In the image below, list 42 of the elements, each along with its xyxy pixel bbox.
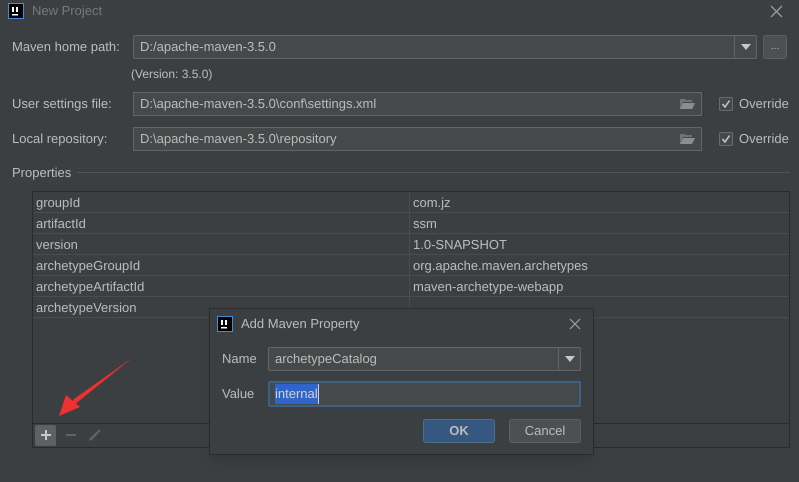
caret-icon	[740, 44, 750, 50]
field-label: Name	[222, 350, 258, 368]
checkbox-label: Override	[739, 130, 789, 148]
browse-button[interactable]: ...	[763, 35, 787, 59]
caret-icon	[564, 356, 574, 362]
override-checkbox[interactable]	[719, 97, 733, 111]
dialog-title: Add Maven Property	[241, 315, 360, 334]
folder-icon[interactable]	[680, 133, 695, 145]
name-combo-box[interactable]: archetypeCatalog	[268, 347, 581, 371]
override-checkbox[interactable]	[719, 132, 733, 146]
ok-button[interactable]: OK	[423, 419, 495, 443]
pencil-icon	[89, 429, 101, 441]
table-cell: archetypeArtifactId	[33, 276, 410, 296]
folder-icon[interactable]	[680, 98, 695, 110]
table-cell-text: maven-archetype-webapp	[412, 278, 564, 296]
window-title: New Project	[32, 2, 102, 20]
path-field[interactable]: D:\apache-maven-3.5.0\repository	[133, 127, 702, 151]
table-cell-text: org.apache.maven.archetypes	[412, 256, 589, 274]
table-cell-text: com.jz	[412, 194, 452, 212]
path-combo-box[interactable]: D:/apache-maven-3.5.0	[133, 35, 757, 59]
close-icon[interactable]	[569, 318, 581, 330]
field-label: User settings file:	[12, 95, 113, 114]
version-text: (Version: 3.5.0)	[131, 66, 212, 83]
cancel-button[interactable]: Cancel	[509, 419, 581, 443]
app-logo-icon	[8, 3, 24, 19]
app-logo-icon	[217, 316, 233, 332]
close-icon[interactable]	[770, 4, 783, 18]
table-cell-text: 1.0-SNAPSHOT	[412, 236, 508, 254]
table-cell-text: ssm	[412, 214, 438, 232]
value-field[interactable]: internal	[268, 381, 581, 407]
plus-icon	[40, 429, 52, 441]
add-button[interactable]	[35, 424, 56, 446]
path-field[interactable]: D:\apache-maven-3.5.0\conf\settings.xml	[133, 92, 702, 116]
field-label: Value	[222, 385, 256, 404]
field-label: Local repository:	[12, 130, 108, 148]
table-cell: archetypeGroupId	[33, 254, 410, 274]
table-cell: version	[33, 234, 410, 254]
field-label: Maven home path:	[12, 38, 121, 56]
checkbox-label: Override	[739, 95, 789, 114]
table-cell: artifactId	[33, 212, 410, 232]
table-cell: groupId	[33, 192, 410, 212]
section-title: Properties	[12, 164, 72, 182]
